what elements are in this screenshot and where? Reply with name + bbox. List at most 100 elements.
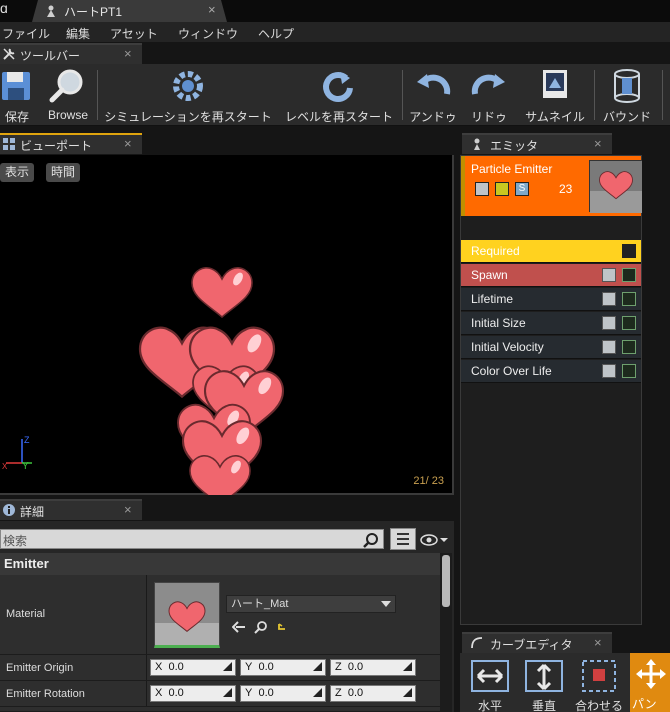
- menu-asset[interactable]: アセット: [110, 25, 158, 42]
- bounds-button[interactable]: バウンド: [598, 66, 656, 124]
- menu-window[interactable]: ウィンドウ: [178, 25, 238, 42]
- view-options-button[interactable]: [390, 528, 416, 550]
- pan-label: パン: [632, 697, 657, 711]
- viewport-panel-tab[interactable]: ビューポート ×: [0, 133, 142, 154]
- pan-arrows-icon: [636, 659, 666, 689]
- redo-button[interactable]: リドゥ: [462, 66, 516, 124]
- module-curve-icon[interactable]: [622, 268, 636, 282]
- floppy-disk-icon: [2, 72, 30, 100]
- curve-icon: [471, 637, 483, 649]
- browse-label: Browse: [47, 108, 88, 122]
- emitter-name: Particle Emitter: [471, 162, 553, 176]
- details-scrollbar[interactable]: [440, 553, 452, 712]
- pan-mode-button[interactable]: パン: [630, 653, 670, 712]
- module-curve-icon[interactable]: [622, 316, 636, 330]
- solo-button[interactable]: S: [515, 182, 529, 196]
- module-initial-velocity[interactable]: Initial Velocity: [461, 336, 641, 359]
- thumbnail-button[interactable]: サムネイル: [520, 66, 590, 124]
- module-color-over-life[interactable]: Color Over Life: [461, 360, 641, 383]
- emitter-tab-close-icon[interactable]: ×: [594, 136, 602, 151]
- curve-editor-tab-close-icon[interactable]: ×: [594, 635, 602, 650]
- toolbar-separator: [594, 70, 595, 120]
- reset-to-default-icon[interactable]: [276, 621, 288, 633]
- restart-level-button[interactable]: レベルを再スタート: [282, 66, 396, 124]
- module-spawn[interactable]: Spawn: [461, 264, 641, 287]
- particle-preview: [138, 266, 285, 495]
- save-button[interactable]: 保存: [0, 66, 34, 124]
- module-label: Spawn: [471, 268, 508, 282]
- material-value: ハート_Mat: [231, 598, 289, 610]
- rotation-x-field[interactable]: X 0.0: [150, 685, 236, 702]
- module-enable-checkbox[interactable]: [602, 292, 616, 306]
- curve-editor-panel-tab[interactable]: カーブエディタ ×: [462, 632, 612, 653]
- scrollbar-thumb[interactable]: [442, 555, 450, 607]
- viewport-tab-label: ビューポート: [20, 139, 93, 153]
- material-label: Material: [6, 608, 46, 620]
- restart-simulation-button[interactable]: シミュレーションを再スタート: [102, 66, 274, 124]
- render-mode-icon[interactable]: [495, 182, 509, 196]
- toolbar-panel-tab[interactable]: ツールバー ×: [0, 43, 142, 64]
- horizontal-arrows-icon: [471, 660, 509, 692]
- viewport-tab-close-icon[interactable]: ×: [124, 136, 132, 151]
- visibility-eye-icon[interactable]: [420, 532, 452, 548]
- axis-label-x: X: [155, 661, 163, 673]
- document-tab[interactable]: ハートPT1 ×: [32, 0, 227, 22]
- document-tab-close-icon[interactable]: ×: [208, 2, 216, 17]
- browse-magnifier-icon[interactable]: [254, 620, 268, 634]
- rotation-z-field[interactable]: Z 0.0: [330, 685, 416, 702]
- axis-y-label: Y: [22, 461, 29, 472]
- undo-button[interactable]: アンドゥ: [406, 66, 460, 124]
- emitter-header[interactable]: Particle Emitter S 23: [461, 156, 642, 216]
- fit-horizontal-button[interactable]: 水平: [466, 655, 514, 712]
- module-required[interactable]: Required: [461, 240, 641, 263]
- use-selected-arrow-icon[interactable]: [232, 621, 246, 633]
- toolbar-tab-close-icon[interactable]: ×: [124, 46, 132, 61]
- module-enable-checkbox[interactable]: [602, 340, 616, 354]
- emitter-origin-row: Emitter Origin X 0.0 Y 0.0 Z 0.0: [0, 655, 440, 681]
- list-view-icon: [397, 533, 409, 545]
- menu-help[interactable]: ヘルプ: [258, 25, 294, 42]
- browse-button[interactable]: Browse: [44, 66, 92, 124]
- spin-arrow-icon: [403, 662, 412, 671]
- material-dropdown[interactable]: ハート_Mat: [226, 595, 396, 613]
- origin-z-field[interactable]: Z 0.0: [330, 659, 416, 676]
- fit-vertical-button[interactable]: 垂直: [520, 655, 568, 712]
- module-curve-icon[interactable]: [622, 244, 636, 258]
- emitter-panel-tab[interactable]: エミッタ ×: [462, 133, 612, 154]
- module-lifetime[interactable]: Lifetime: [461, 288, 641, 311]
- emitter-panel: Particle Emitter S 23 Required Spawn Lif…: [460, 155, 642, 625]
- emitter-rotation-label: Emitter Rotation: [6, 688, 85, 700]
- particle-viewport[interactable]: 表示 時間 Z Y X 21/ 23: [0, 155, 454, 495]
- document-tab-label: ハートPT1: [64, 5, 123, 19]
- module-initial-size[interactable]: Initial Size: [461, 312, 641, 335]
- origin-x-field[interactable]: X 0.0: [150, 659, 236, 676]
- spin-arrow-icon: [223, 688, 232, 697]
- spin-arrow-icon: [223, 662, 232, 671]
- toolbar-separator: [97, 70, 98, 120]
- menu-file[interactable]: ファイル: [2, 25, 50, 42]
- particle-system-icon: [47, 5, 55, 17]
- origin-y-field[interactable]: Y 0.0: [240, 659, 326, 676]
- module-curve-icon[interactable]: [622, 340, 636, 354]
- details-panel-tab[interactable]: 詳細 ×: [0, 499, 142, 520]
- menu-edit[interactable]: 編集: [66, 25, 90, 42]
- emitter-enable-checkbox[interactable]: [475, 182, 489, 196]
- fit-all-button[interactable]: 合わせる: [574, 655, 624, 712]
- module-curve-icon[interactable]: [622, 292, 636, 306]
- section-label: Emitter: [4, 556, 49, 571]
- module-label: Initial Size: [471, 316, 526, 330]
- spin-arrow-icon: [403, 688, 412, 697]
- toolbar-tab-label: ツールバー: [20, 49, 81, 63]
- details-tab-close-icon[interactable]: ×: [124, 502, 132, 517]
- emitter-section-header[interactable]: Emitter: [0, 553, 440, 575]
- module-enable-checkbox[interactable]: [602, 316, 616, 330]
- property-divider: [146, 655, 147, 680]
- property-divider: [146, 575, 147, 654]
- rotation-y-field[interactable]: Y 0.0: [240, 685, 326, 702]
- module-enable-checkbox[interactable]: [602, 268, 616, 282]
- details-search-input[interactable]: 検索: [0, 529, 384, 549]
- heart-particle: [191, 266, 253, 318]
- module-enable-checkbox[interactable]: [602, 364, 616, 378]
- module-curve-icon[interactable]: [622, 364, 636, 378]
- material-thumbnail[interactable]: [154, 582, 220, 648]
